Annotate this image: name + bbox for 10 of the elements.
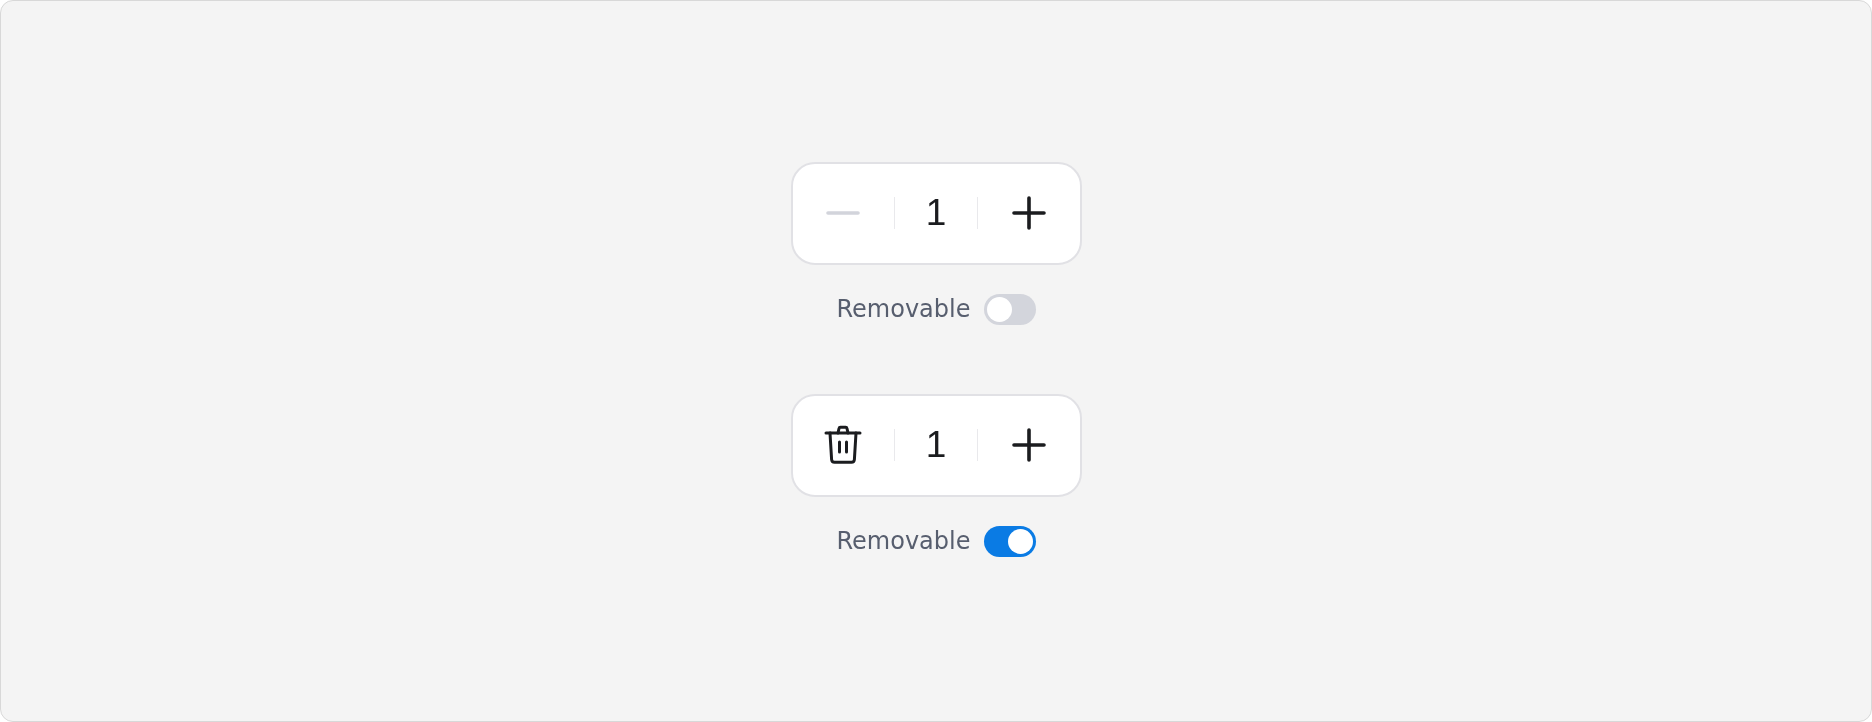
- removable-label: Removable: [836, 526, 971, 556]
- removable-toggle[interactable]: [983, 525, 1036, 557]
- trash-icon: [824, 425, 863, 465]
- minus-icon: [826, 211, 861, 215]
- removable-toggle[interactable]: [983, 293, 1036, 325]
- quantity-value: 1: [925, 425, 947, 465]
- plus-icon: [1011, 196, 1046, 230]
- quantity-value: 1: [925, 193, 947, 233]
- plus-icon: [1011, 428, 1046, 462]
- removable-label: Removable: [836, 294, 971, 324]
